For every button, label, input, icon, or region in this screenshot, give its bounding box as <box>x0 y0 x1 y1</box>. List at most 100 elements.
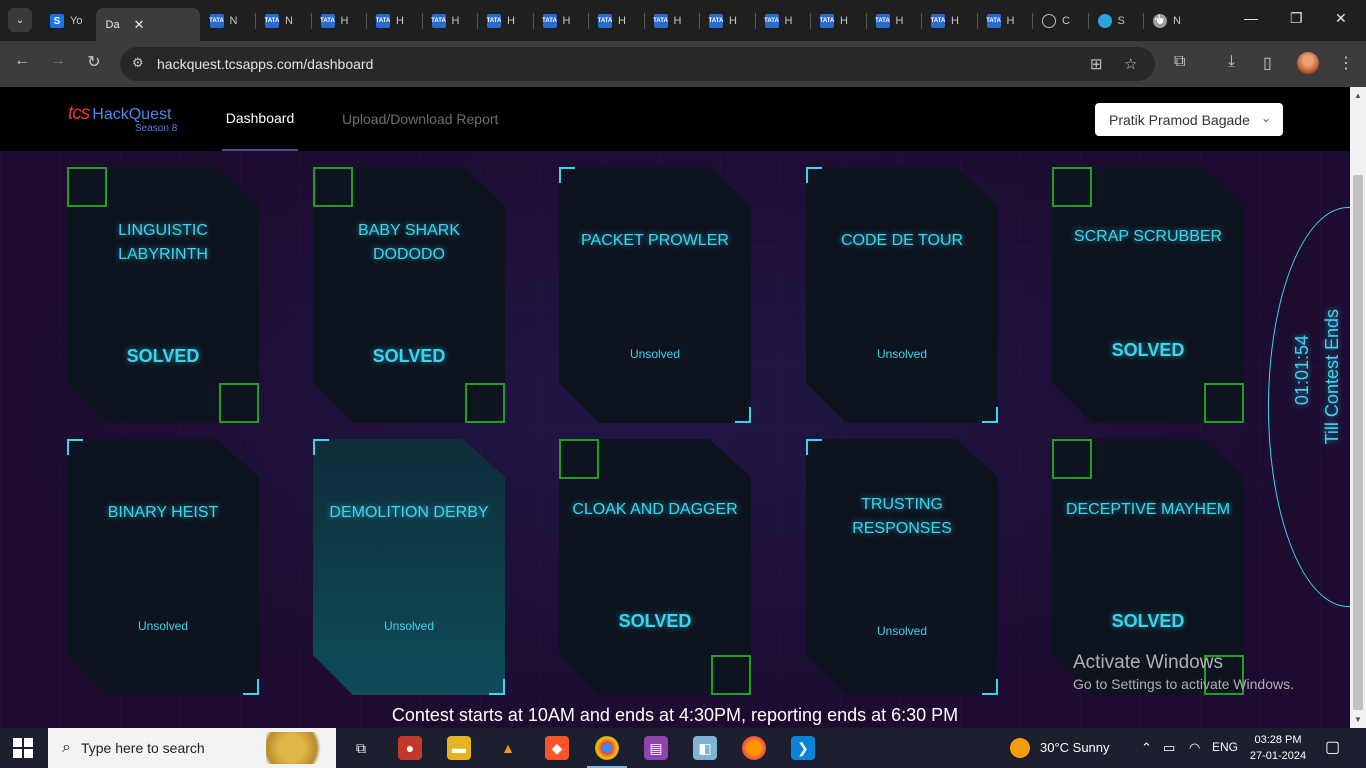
minimize-icon[interactable]: — <box>1244 10 1258 26</box>
challenge-status: Unsolved <box>383 619 435 633</box>
site-info-icon[interactable]: ⚙ <box>132 55 144 71</box>
challenge-card[interactable]: PACKET PROWLER Unsolved <box>559 167 751 423</box>
tab-label: H <box>951 15 959 27</box>
challenge-card[interactable]: TRUSTING RESPONSES Unsolved <box>806 439 998 695</box>
new-tab-button[interactable]: + <box>1154 9 1165 30</box>
file-explorer-icon[interactable]: ▬ <box>447 736 471 760</box>
address-bar[interactable]: ⚙ hackquest.tcsapps.com/dashboard ⊞ ☆ <box>120 47 1155 81</box>
tata-favicon-icon: TATA <box>653 14 668 28</box>
scroll-down-icon[interactable]: ▼ <box>1354 715 1362 724</box>
browser-tab[interactable]: S Yo <box>40 8 96 34</box>
challenge-card[interactable]: DEMOLITION DERBY Unsolved <box>313 439 505 695</box>
tray-chevron-icon[interactable]: ⌃ <box>1141 740 1152 756</box>
contest-timer: 01:01:54 Till Contest Ends <box>1290 309 1350 495</box>
timer-value: 01:01:54 <box>1292 335 1312 406</box>
corner-bracket-icon <box>982 407 998 423</box>
close-window-icon[interactable]: ✕ <box>1335 10 1347 27</box>
scroll-up-icon[interactable]: ▲ <box>1354 91 1362 100</box>
notes-app-icon[interactable]: ◧ <box>693 736 717 760</box>
browser-tab[interactable]: TATA N <box>200 8 256 34</box>
brave-icon[interactable]: ◆ <box>545 736 569 760</box>
challenge-title: TRUSTING RESPONSES <box>852 496 952 537</box>
tata-favicon-icon: TATA <box>265 14 279 28</box>
timer-label: Till Contest Ends <box>1322 309 1342 445</box>
notification-icon[interactable]: ▢ <box>1325 737 1340 757</box>
solved-marker-icon <box>1204 383 1244 423</box>
browser-tab[interactable]: TATA H <box>311 8 367 34</box>
windows-taskbar: ⌕ Type here to search ⧉ ● ▬ ▲ ◆ ▤ ◧ ❯ 30… <box>0 728 1366 768</box>
wifi-icon[interactable]: ◠ <box>1189 740 1200 756</box>
challenge-title: PACKET PROWLER <box>581 232 729 249</box>
browser-tab[interactable]: TATA H <box>810 8 866 34</box>
tab-label: H <box>618 15 626 27</box>
challenge-card[interactable]: CODE DE TOUR Unsolved <box>806 167 998 423</box>
corner-bracket-icon <box>559 167 575 183</box>
tab-label: H <box>784 15 793 27</box>
tata-favicon-icon: TATA <box>542 14 557 28</box>
vscode-icon[interactable]: ❯ <box>791 736 815 760</box>
challenge-status: Unsolved <box>629 347 681 361</box>
forward-icon[interactable]: → <box>46 52 70 70</box>
user-name: Pratik Pramod Bagade <box>1109 111 1250 128</box>
camera-app-icon[interactable]: ● <box>398 736 422 760</box>
challenge-status: SOLVED <box>1111 340 1185 360</box>
browser-tab[interactable]: TATA H <box>755 8 811 34</box>
winrar-icon[interactable]: ▤ <box>644 736 668 760</box>
browser-tab[interactable]: TATA H <box>588 8 644 34</box>
vlc-icon[interactable]: ▲ <box>496 736 520 760</box>
activate-windows-subtitle: Go to Settings to activate Windows. <box>1073 676 1294 692</box>
page-scrollbar[interactable]: ▲ ▼ <box>1350 87 1366 728</box>
browser-tab[interactable]: N <box>1143 8 1199 34</box>
nav-upload-download-report[interactable]: Upload/Download Report <box>342 111 498 127</box>
reload-icon[interactable]: ↻ <box>82 52 106 72</box>
browser-tab[interactable]: Da ✕ <box>95 8 200 41</box>
chrome-icon[interactable] <box>587 736 627 768</box>
bookmark-star-icon[interactable]: ☆ <box>1124 55 1137 73</box>
language-indicator[interactable]: ENG <box>1212 740 1238 754</box>
tab-label: S <box>1117 15 1125 27</box>
browser-tab[interactable]: TATA H <box>699 8 755 34</box>
logo-tcs: tcs <box>68 103 90 124</box>
browser-tab[interactable]: S <box>1088 8 1144 34</box>
browser-tab[interactable]: TATA H <box>366 8 422 34</box>
task-view-icon[interactable]: ⧉ <box>349 736 373 760</box>
browser-tab[interactable]: C <box>1032 8 1088 34</box>
weather-text[interactable]: 30°C Sunny <box>1040 740 1110 755</box>
extensions-icon[interactable]: ⧉ <box>1174 53 1185 71</box>
hackquest-logo[interactable]: tcs HackQuest Season 8 <box>68 103 177 134</box>
browser-tab[interactable]: TATA H <box>533 8 589 34</box>
tab-label: H <box>340 15 349 27</box>
battery-icon[interactable]: ▭ <box>1163 740 1175 756</box>
menu-kebab-icon[interactable]: ⋮ <box>1338 53 1354 73</box>
restore-icon[interactable]: ❐ <box>1290 10 1303 27</box>
side-panel-icon[interactable]: ▯ <box>1263 53 1272 73</box>
browser-tab[interactable]: TATA N <box>255 8 311 34</box>
windows-start-icon[interactable] <box>13 738 33 758</box>
search-highlight-image <box>266 732 330 764</box>
browser-tab[interactable]: TATA H <box>422 8 478 34</box>
browser-tab[interactable]: TATA H <box>921 8 977 34</box>
tata-favicon-icon: TATA <box>320 14 335 28</box>
tata-favicon-icon: TATA <box>598 14 612 28</box>
browser-tab[interactable]: TATA H <box>477 8 533 34</box>
taskbar-search[interactable]: ⌕ Type here to search <box>48 728 336 768</box>
challenge-card[interactable]: BINARY HEIST Unsolved <box>67 439 259 695</box>
system-clock[interactable]: 03:28 PM 27-01-2024 <box>1248 732 1308 764</box>
close-tab-icon[interactable]: ✕ <box>134 17 145 33</box>
browser-tab[interactable]: TATA H <box>644 8 700 34</box>
browser-tab[interactable]: TATA H <box>866 8 922 34</box>
profile-avatar[interactable] <box>1297 52 1319 74</box>
url-text[interactable]: hackquest.tcsapps.com/dashboard <box>157 56 373 72</box>
challenge-status: SOLVED <box>126 346 200 366</box>
browser-tab[interactable]: TATA H <box>977 8 1033 34</box>
solved-marker-icon <box>465 383 505 423</box>
scrollbar-thumb[interactable] <box>1353 175 1363 710</box>
translate-icon[interactable]: ⊞ <box>1090 55 1103 73</box>
back-icon[interactable]: ← <box>10 52 34 70</box>
download-icon[interactable]: ⤓ <box>1228 53 1235 71</box>
user-menu-dropdown[interactable]: Pratik Pramod Bagade ⌄ <box>1095 103 1283 136</box>
challenge-title: CODE DE TOUR <box>840 232 964 249</box>
nav-dashboard[interactable]: Dashboard <box>222 87 298 151</box>
firefox-icon[interactable] <box>742 736 766 760</box>
tab-search-button[interactable]: ⌄ <box>8 8 32 32</box>
